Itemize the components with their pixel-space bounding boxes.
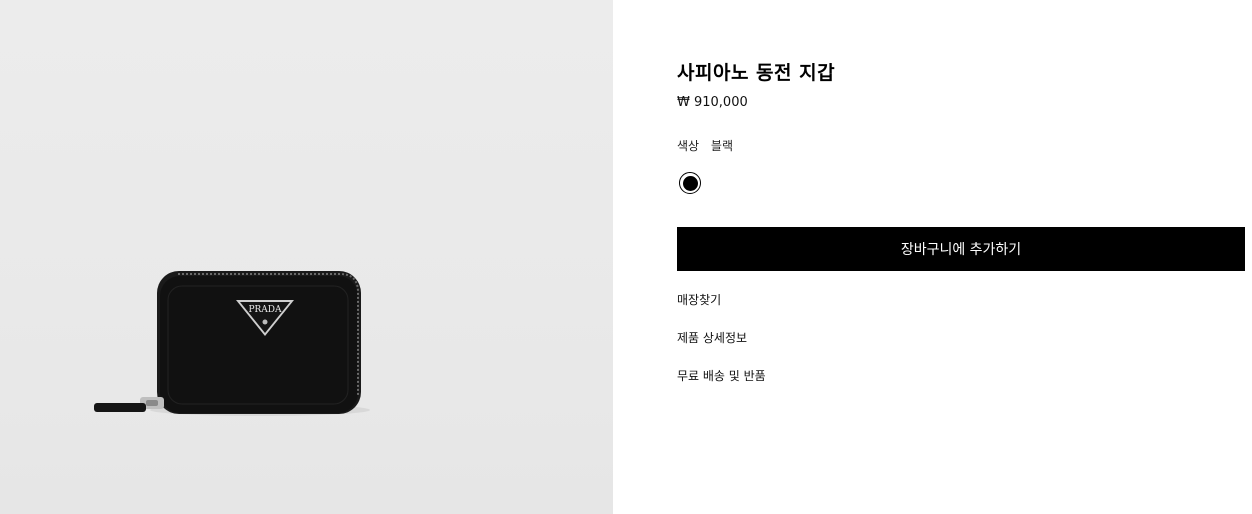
add-to-cart-button[interactable]: 장바구니에 추가하기 bbox=[677, 227, 1245, 271]
color-swatch-black[interactable] bbox=[679, 172, 701, 194]
color-label: 색상 bbox=[677, 139, 700, 153]
color-value: 블랙 bbox=[710, 139, 734, 153]
product-image: PRADA bbox=[94, 271, 370, 416]
product-title: 사피아노 동전 지갑 bbox=[677, 62, 836, 84]
product-details-panel: 사피아노 동전 지갑 ₩ 910,000 색상 블랙 장바구니에 추가하기 매장… bbox=[677, 0, 1245, 514]
product-details-link[interactable]: 제품 상세정보 bbox=[677, 329, 747, 346]
prada-logo-text: PRADA bbox=[248, 305, 282, 315]
product-gallery: PRADA bbox=[0, 0, 613, 514]
product-price: ₩ 910,000 bbox=[677, 95, 748, 110]
shipping-returns-link[interactable]: 무료 배송 및 반품 bbox=[677, 367, 766, 384]
swatch-fill bbox=[682, 175, 698, 191]
color-info: 색상 블랙 bbox=[677, 137, 733, 154]
product-page: PRADA 사피아노 동전 지갑 ₩ 910,000 색상 블랙 장바구니에 추… bbox=[0, 0, 1252, 514]
find-store-link[interactable]: 매장찾기 bbox=[677, 291, 721, 308]
